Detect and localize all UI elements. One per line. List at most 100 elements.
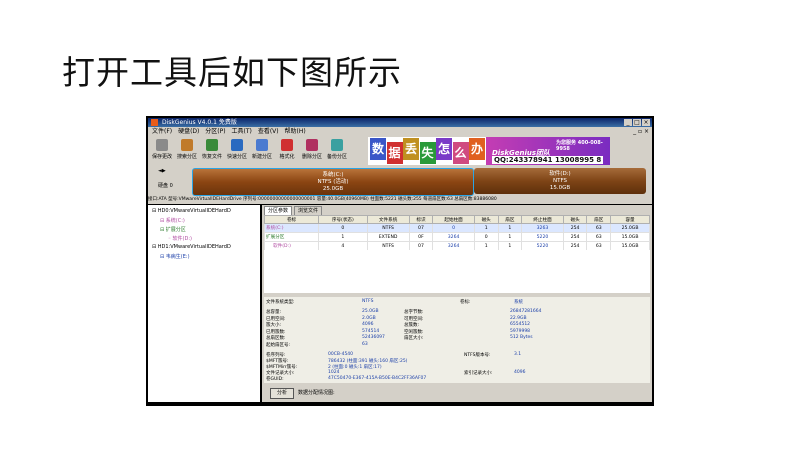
menu-disk[interactable]: 硬盘(D) [178,128,199,135]
column-header[interactable]: 标识 [408,215,434,224]
tree-item-label: HD1:VMwareVirtualIDEHardD [157,244,231,250]
table-row[interactable]: 扩展分区 1 EXTEND 0F 3264 0 1 5220 254 63 15.0GB [263,232,650,242]
tree-item[interactable]: ⊟ 扩展分区 [160,226,186,233]
tab-browse-files[interactable]: 浏览文件 [294,206,323,215]
partition-name: 软件(D:) [549,171,571,177]
window-title: DiskGenius V4.0.1 免费版 [162,119,237,126]
column-header[interactable]: 磁头 [562,215,588,224]
toolbar-label: 恢复文件 [202,154,223,160]
banner-tile: 丢 [403,138,419,160]
tree-item-label: 韦病生(E:) [165,254,190,260]
toolbar-button-quick-partition[interactable]: 快速分区 [227,138,247,164]
menu-partition[interactable]: 分区(P) [205,128,225,135]
toolbar-button-new-partition[interactable]: 新建分区 [252,138,272,164]
detail-key: 总容量: [266,310,282,315]
analysis-bar: 分析 数据分配情况图: [264,385,650,400]
tree-item[interactable]: ⊟ 系统(C:) [160,217,185,224]
table-cell: 3263 [521,223,564,233]
toolbar-button-backup[interactable]: 备份分区 [327,138,347,164]
toolbar-label: 保存更改 [152,154,173,160]
column-header[interactable]: 容量 [610,215,650,224]
tree-item[interactable]: ⊟ 韦病生(E:) [160,253,190,260]
table-cell: 0 [473,232,499,242]
column-header[interactable]: 终止柱面 [521,215,564,224]
analyze-button[interactable]: 分析 [270,388,294,399]
tree-item[interactable]: ◦ 软件(D:) [168,235,192,242]
partition-name: 系统(C:) [322,172,344,178]
table-cell: 63 [586,232,612,242]
format-icon [281,139,293,151]
detail-value: 00CB-4540 [328,352,354,357]
mdi-controls[interactable]: _ ▫ × [633,127,649,136]
column-header[interactable]: 文件系统 [366,215,410,224]
detail-value: 26847281664 [510,309,542,314]
menu-file[interactable]: 文件(F) [152,128,172,135]
partition-panel: 分区参数 浏览文件 卷标 序号(状态) 文件系统 标识 起始柱面 磁头 扇区 终止柱面 磁头 扇区… [262,205,652,402]
toolbar-button-search[interactable]: 搜索分区 [177,138,197,164]
partition-block-d[interactable]: 软件(D:) NTFS 15.0GB [474,168,646,194]
maximize-button[interactable]: □ [633,119,641,126]
table-cell: 1 [318,232,368,242]
disk-map: ◄▶ 硬盘 0 系统(C:) NTFS (活动) 25.0GB 软件(D:) N… [148,166,652,196]
table-cell: 254 [562,232,588,242]
menu-tools[interactable]: 工具(T) [232,128,252,135]
detail-value: NTFS [362,299,374,304]
delete-icon [306,139,318,151]
toolbar-button-delete[interactable]: 删除分区 [302,138,322,164]
detail-key: 空闲簇数: [404,329,424,335]
column-header[interactable]: 扇区 [497,215,523,224]
table-cell: 0F [408,232,434,242]
detail-value: 4096 [362,322,374,327]
tree-item[interactable]: ⊟ HD0:VMwareVirtualIDEHardD [152,208,231,214]
detail-key: 卷GUID: [266,377,284,382]
detail-value: 25.0GB [362,309,379,314]
ad-banner[interactable]: DiskGenius团队 为您服务 400-008-9958 QQ:243378… [368,137,610,165]
nav-arrows[interactable]: ◄▶ [158,168,166,174]
app-icon [151,119,158,126]
detail-key: 已用空间: [266,316,286,322]
banner-tile: 么 [452,142,469,164]
table-cell: EXTEND [366,232,410,242]
table-cell: 07 [408,223,434,233]
toolbar-button-save[interactable]: 保存更改 [152,138,172,164]
tree-item[interactable]: ⊟ HD1:VMwareVirtualIDEHardD [152,244,231,250]
brand-phone: QQ:243378941 13008995 8 [492,156,604,164]
table-cell: 1 [497,232,523,242]
banner-tile: 据 [386,142,403,164]
detail-value: 2.0GB [362,315,376,321]
tab-partition-params[interactable]: 分区参数 [264,206,293,215]
window-controls: _ □ × [624,119,650,126]
detail-key: 可用空间: [404,316,424,322]
detail-key: 索引记录大小: [464,371,493,376]
detail-value: 22.9GB [510,315,527,321]
toolbar-button-format[interactable]: 格式化 [277,138,297,164]
partition-block-c[interactable]: 系统(C:) NTFS (活动) 25.0GB [192,168,474,196]
detail-key: 总簇数: [404,323,420,328]
close-button[interactable]: × [642,119,650,126]
detail-value: 1024 [328,370,340,375]
backup-icon [331,139,343,151]
column-header[interactable]: 起始柱面 [432,215,475,224]
table-cell: 1 [473,223,499,233]
tree-item-label: 软件(D:) [172,236,192,242]
table-cell: 15.0GB [610,232,650,242]
detail-key: 总扇区数: [266,336,286,341]
column-header[interactable]: 扇区 [586,215,612,224]
column-header[interactable]: 序号(状态) [318,215,368,224]
detail-value: 6554512 [510,322,531,327]
slide-heading: 打开工具后如下图所示 [62,53,402,92]
column-header[interactable]: 磁头 [473,215,499,224]
toolbar-button-recover[interactable]: 恢复文件 [202,138,222,164]
table-row[interactable]: 系统(C:) 0 NTFS 07 0 1 1 3263 254 63 25.0GB [263,223,650,233]
column-header[interactable]: 卷标 [263,215,320,224]
menu-view[interactable]: 查看(V) [258,128,279,135]
search-icon [181,139,193,151]
toolbar-label: 搜索分区 [177,154,198,160]
banner-tile: 怎 [436,138,452,160]
detail-value: 4096 [514,370,526,375]
title-bar: DiskGenius V4.0.1 免费版 _ □ × [148,118,652,127]
brand-box: DiskGenius团队 为您服务 400-008-9958 QQ:243378… [486,137,610,165]
menu-help[interactable]: 帮助(H) [285,128,306,135]
minimize-button[interactable]: _ [624,119,632,126]
table-cell: 63 [586,223,612,233]
